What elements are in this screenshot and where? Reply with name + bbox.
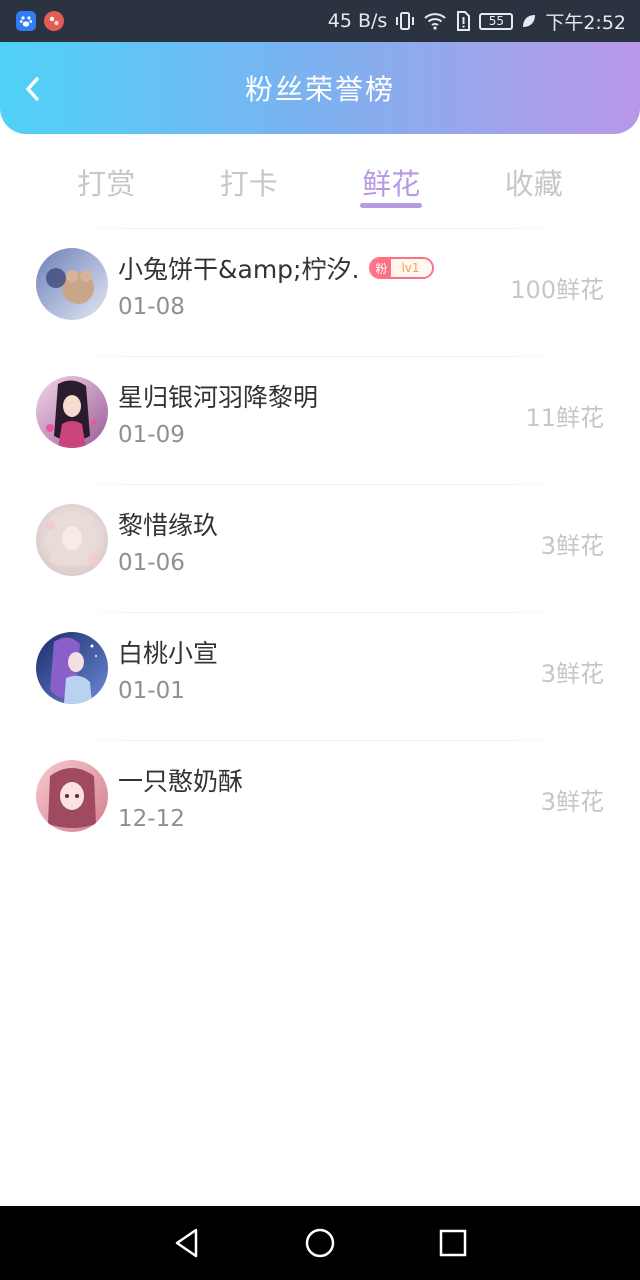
- avatar[interactable]: [36, 376, 108, 448]
- tab-checkin[interactable]: 打卡: [189, 134, 309, 230]
- name-line: 星归银河羽降黎明: [118, 378, 318, 414]
- ranking-list: 小兔饼干&amp;柠汐. 粉 lv1 01-08 100鲜花 星归银河羽降黎明 …: [0, 228, 640, 868]
- status-bar: 45 B/s 55 下午2:52: [0, 0, 640, 42]
- name-line: 小兔饼干&amp;柠汐. 粉 lv1: [118, 250, 434, 286]
- notification-app-icon: [44, 11, 64, 31]
- gift-date: 01-01: [118, 678, 185, 704]
- square-recents-icon: [440, 1229, 467, 1257]
- gift-date: 12-12: [118, 806, 185, 832]
- fan-level-badge: 粉 lv1: [369, 257, 434, 279]
- ranking-row[interactable]: 黎惜缘玖 01-06 3鲜花: [0, 484, 640, 612]
- ranking-row[interactable]: 一只憨奶酥 12-12 3鲜花: [0, 740, 640, 868]
- triangle-back-icon: [175, 1228, 197, 1258]
- clock: 下午2:52: [545, 11, 626, 34]
- status-bar-right: 45 B/s 55 下午2:52: [328, 8, 626, 35]
- network-speed: 45 B/s: [327, 10, 388, 32]
- gift-date: 01-06: [118, 550, 185, 576]
- circle-home-icon: [305, 1228, 335, 1258]
- avatar[interactable]: [36, 632, 108, 704]
- user-name: 星归银河羽降黎明: [118, 383, 319, 412]
- avatar[interactable]: [36, 248, 108, 320]
- avatar[interactable]: [36, 504, 108, 576]
- user-name: 一只憨奶酥: [118, 767, 244, 796]
- user-name: 白桃小宣: [118, 639, 219, 668]
- nav-recents-button[interactable]: [433, 1223, 473, 1263]
- ranking-row[interactable]: 星归银河羽降黎明 01-09 11鲜花: [0, 356, 640, 484]
- flower-amount: 11鲜花: [525, 404, 604, 432]
- sim-alert-icon: [455, 11, 471, 31]
- fan-badge-label: 粉: [371, 259, 392, 277]
- baidu-icon: [16, 11, 36, 31]
- flower-amount: 3鲜花: [540, 788, 604, 816]
- name-line: 一只憨奶酥: [118, 762, 243, 798]
- name-line: 黎惜缘玖: [118, 506, 218, 542]
- ranking-row[interactable]: 白桃小宣 01-01 3鲜花: [0, 612, 640, 740]
- screen: 45 B/s 55 下午2:52 粉丝荣誉榜 打赏 打卡 鲜花 收藏 小兔饼干&…: [0, 0, 640, 1280]
- gift-date: 01-09: [118, 422, 185, 448]
- tab-flowers[interactable]: 鲜花: [331, 134, 451, 230]
- user-name: 小兔饼干&amp;柠汐.: [118, 255, 360, 284]
- gift-date: 01-08: [118, 294, 185, 320]
- user-name: 黎惜缘玖: [118, 511, 219, 540]
- flower-amount: 100鲜花: [510, 276, 604, 304]
- system-nav-bar: [0, 1206, 640, 1280]
- page-title: 粉丝荣誉榜: [244, 73, 395, 106]
- fan-badge-level: lv1: [391, 259, 432, 277]
- nav-back-button[interactable]: [167, 1223, 207, 1263]
- flower-amount: 3鲜花: [540, 660, 604, 688]
- flower-amount: 3鲜花: [540, 532, 604, 560]
- tab-bar: 打赏 打卡 鲜花 收藏: [0, 134, 640, 230]
- nav-home-button[interactable]: [300, 1223, 340, 1263]
- status-bar-left: [16, 11, 64, 31]
- battery-icon: 55: [479, 12, 514, 30]
- vibrate-icon: [395, 11, 415, 31]
- ranking-row[interactable]: 小兔饼干&amp;柠汐. 粉 lv1 01-08 100鲜花: [0, 228, 640, 356]
- name-line: 白桃小宣: [118, 634, 218, 670]
- tab-favorites[interactable]: 收藏: [474, 134, 594, 230]
- tab-reward[interactable]: 打赏: [46, 134, 166, 230]
- leaf-icon: [521, 13, 537, 29]
- avatar[interactable]: [36, 760, 108, 832]
- header: 粉丝荣誉榜: [0, 42, 640, 134]
- wifi-icon: [423, 11, 447, 31]
